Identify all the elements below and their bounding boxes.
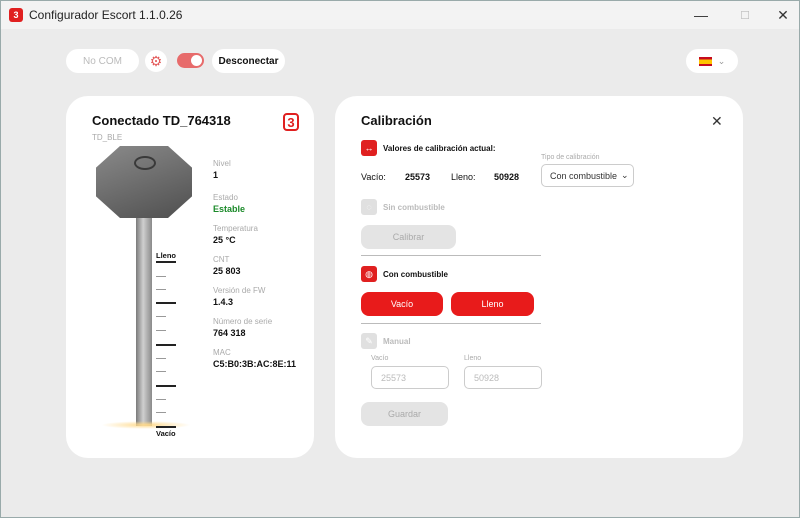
scale-tick xyxy=(156,276,166,277)
disconnect-button[interactable]: Desconectar xyxy=(212,49,285,73)
manual-full-label: Lleno xyxy=(464,355,482,362)
brand-logo-icon: 3 xyxy=(283,113,299,131)
window-title: Configurador Escort 1.1.0.26 xyxy=(29,8,183,22)
divider xyxy=(361,255,541,256)
info-label: Estado xyxy=(213,193,238,202)
full-calibrate-button[interactable]: Lleno xyxy=(451,292,534,316)
device-title: Conectado TD_764318 xyxy=(92,113,231,128)
no-fuel-label: Sin combustible xyxy=(383,203,445,212)
fuel-sensor-illustration: Lleno Vacío xyxy=(96,146,226,441)
divider xyxy=(361,323,541,324)
connection-toggle[interactable] xyxy=(177,53,204,68)
info-level: Nivel 1 xyxy=(213,159,231,180)
scale-label-empty: Vacío xyxy=(156,429,176,438)
manual-empty-label: Vacío xyxy=(371,355,389,362)
device-subtitle: TD_BLE xyxy=(92,133,123,142)
scale-tick xyxy=(156,399,166,400)
maximize-button[interactable]: ☐ xyxy=(725,1,765,29)
gear-icon[interactable]: ⚙ xyxy=(145,50,167,72)
info-cnt: CNT 25 803 xyxy=(213,255,241,276)
manual-full-input[interactable]: 50928 xyxy=(464,366,542,389)
language-selector[interactable]: ⌄ xyxy=(686,49,738,73)
scale-tick xyxy=(156,302,176,304)
info-value: 25 803 xyxy=(213,266,241,276)
arrows-horizontal-icon: ↔ xyxy=(361,140,377,156)
info-label: Versión de FW xyxy=(213,286,266,295)
no-fuel-icon: ◌ xyxy=(361,199,377,215)
calibration-type-value: Con combustible xyxy=(550,170,618,181)
info-mac: MAC C5:B0:3B:AC:8E:11 xyxy=(213,348,296,369)
info-value: C5:B0:3B:AC:8E:11 xyxy=(213,359,297,369)
minimize-button[interactable]: — xyxy=(681,1,721,29)
main-content: No COM ⚙ Desconectar ⌄ Conectado TD_7643… xyxy=(1,29,799,517)
info-value: 25 °C xyxy=(213,235,236,245)
calibration-title: Calibración xyxy=(361,113,432,128)
toggle-knob xyxy=(191,55,202,66)
info-serial: Número de serie 764 318 xyxy=(213,317,272,338)
chevron-down-icon: ⌄ xyxy=(717,55,726,66)
app-window: 3 Configurador Escort 1.1.0.26 — ☐ ✕ No … xyxy=(0,0,800,518)
scale-tick xyxy=(156,261,176,263)
empty-value: 25573 xyxy=(405,172,431,182)
pencil-icon: ✎ xyxy=(361,333,377,349)
manual-label: Manual xyxy=(383,337,411,346)
info-label: Nivel xyxy=(213,159,231,168)
empty-label: Vacío: xyxy=(361,172,386,182)
full-label: Lleno: xyxy=(451,172,476,182)
sensor-rod xyxy=(136,206,152,426)
com-port-selector[interactable]: No COM xyxy=(66,49,139,73)
scale-tick xyxy=(156,358,166,359)
status-value: Estable xyxy=(213,204,246,214)
title-bar: 3 Configurador Escort 1.1.0.26 — ☐ ✕ xyxy=(1,1,799,29)
spain-flag-icon xyxy=(698,56,712,66)
info-status: Estado Estable xyxy=(213,193,245,214)
sensor-head xyxy=(96,146,192,218)
scale-tick xyxy=(156,344,176,346)
info-value: 1 xyxy=(213,170,219,180)
scale-tick xyxy=(156,412,166,413)
app-logo-icon: 3 xyxy=(9,8,23,22)
info-value: 764 318 xyxy=(213,328,246,338)
info-label: MAC xyxy=(213,348,231,357)
sensor-logo-icon xyxy=(134,156,156,170)
scale-tick xyxy=(156,316,166,317)
save-button[interactable]: Guardar xyxy=(361,402,448,426)
scale-tick xyxy=(156,330,166,331)
current-values-label: Valores de calibración actual: xyxy=(383,144,496,153)
scale-tick xyxy=(156,426,176,428)
close-icon[interactable]: ✕ xyxy=(711,113,723,130)
fuel-drop-icon: ◍ xyxy=(361,266,377,282)
scale-tick xyxy=(156,371,166,372)
full-value: 50928 xyxy=(494,172,520,182)
scale-tick xyxy=(156,289,166,290)
calibration-type-select[interactable]: Con combustible ⌄ xyxy=(541,164,634,187)
info-label: CNT xyxy=(213,255,230,264)
info-temperature: Temperatura 25 °C xyxy=(213,224,258,245)
with-fuel-label: Con combustible xyxy=(383,270,448,279)
device-card: Conectado TD_764318 TD_BLE 3 Lleno Vacío… xyxy=(66,96,314,458)
info-firmware: Versión de FW 1.4.3 xyxy=(213,286,265,307)
scale-tick xyxy=(156,385,176,387)
calibrate-button[interactable]: Calibrar xyxy=(361,225,456,249)
info-label: Número de serie xyxy=(213,317,273,326)
info-label: Temperatura xyxy=(213,224,258,233)
info-value: 1.4.3 xyxy=(213,297,234,307)
chevron-down-icon: ⌄ xyxy=(621,170,629,180)
calibration-card: Calibración ✕ ↔ Valores de calibración a… xyxy=(335,96,743,458)
close-button[interactable]: ✕ xyxy=(763,1,799,29)
empty-calibrate-button[interactable]: Vacío xyxy=(361,292,443,316)
scale-label-full: Lleno xyxy=(156,251,176,260)
manual-empty-input[interactable]: 25573 xyxy=(371,366,449,389)
calibration-type-label: Tipo de calibración xyxy=(541,154,600,161)
sensor-glow xyxy=(101,421,191,429)
